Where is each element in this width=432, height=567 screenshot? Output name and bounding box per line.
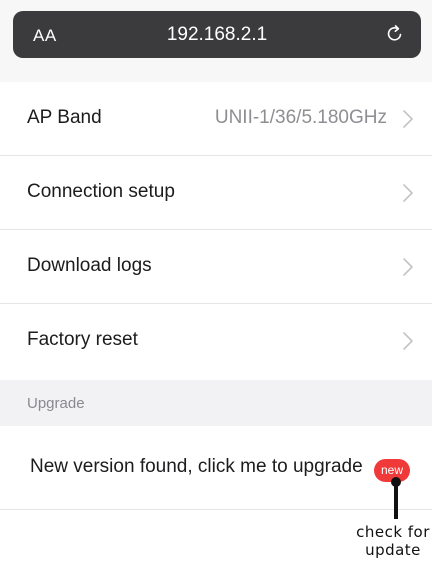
address-bar[interactable]: AA 192.168.2.1 bbox=[13, 11, 421, 58]
download-logs-row[interactable]: Download logs bbox=[0, 230, 432, 304]
callout-line bbox=[394, 485, 398, 519]
callout-label: check for update bbox=[356, 523, 430, 559]
row-label: Download logs bbox=[27, 255, 152, 276]
connection-setup-row[interactable]: Connection setup bbox=[0, 156, 432, 230]
upgrade-row[interactable]: New version found, click me to upgrade n… bbox=[0, 426, 432, 510]
upgrade-section-header: Upgrade bbox=[0, 380, 432, 426]
factory-reset-row[interactable]: Factory reset bbox=[0, 304, 432, 378]
chevron-right-icon bbox=[403, 258, 413, 276]
row-value: UNII-1/36/5.180GHz bbox=[214, 107, 387, 128]
url-text[interactable]: 192.168.2.1 bbox=[13, 24, 421, 46]
row-label: Factory reset bbox=[27, 329, 138, 350]
settings-list: AP Band UNII-1/36/5.180GHz Connection se… bbox=[0, 82, 432, 378]
chevron-right-icon bbox=[403, 110, 413, 128]
row-label: AP Band bbox=[27, 107, 102, 128]
chevron-right-icon bbox=[403, 184, 413, 202]
row-label: Connection setup bbox=[27, 181, 175, 202]
chevron-right-icon bbox=[403, 332, 413, 350]
reload-icon[interactable] bbox=[385, 24, 405, 44]
ap-band-row[interactable]: AP Band UNII-1/36/5.180GHz bbox=[0, 82, 432, 156]
upgrade-message[interactable]: New version found, click me to upgrade bbox=[30, 456, 363, 478]
section-title: Upgrade bbox=[27, 395, 85, 412]
browser-toolbar: AA 192.168.2.1 bbox=[0, 0, 432, 82]
